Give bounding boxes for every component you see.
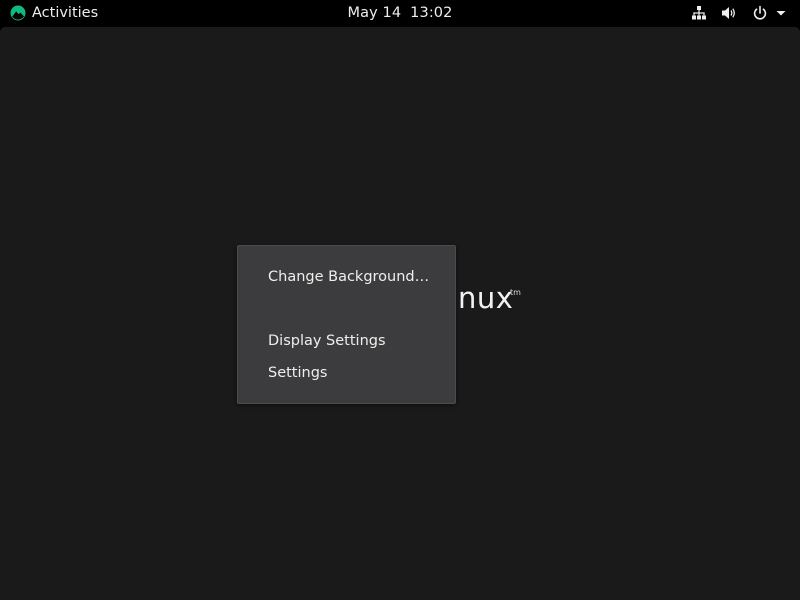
change-background-menu-item[interactable]: Change Background…: [268, 266, 429, 288]
volume-icon[interactable]: [721, 0, 737, 26]
desktop-context-menu: Change Background… Display Settings Sett…: [237, 245, 456, 404]
chevron-down-icon[interactable]: [776, 0, 786, 26]
screen: Activities May 14 13:02 nux tm Change Ba…: [0, 0, 800, 600]
settings-menu-item[interactable]: Settings: [268, 362, 327, 384]
clock-menu[interactable]: May 14 13:02: [0, 0, 800, 26]
time-label: 13:02: [410, 5, 453, 21]
top-bar: Activities May 14 13:02: [0, 0, 800, 26]
network-wired-icon[interactable]: [691, 0, 707, 26]
power-icon[interactable]: [752, 0, 768, 26]
rocky-linux-wordmark: nux: [458, 281, 514, 315]
date-label: May 14: [347, 5, 402, 21]
system-tray[interactable]: [691, 0, 786, 26]
trademark-symbol: tm: [510, 288, 521, 297]
display-settings-menu-item[interactable]: Display Settings: [268, 330, 386, 352]
